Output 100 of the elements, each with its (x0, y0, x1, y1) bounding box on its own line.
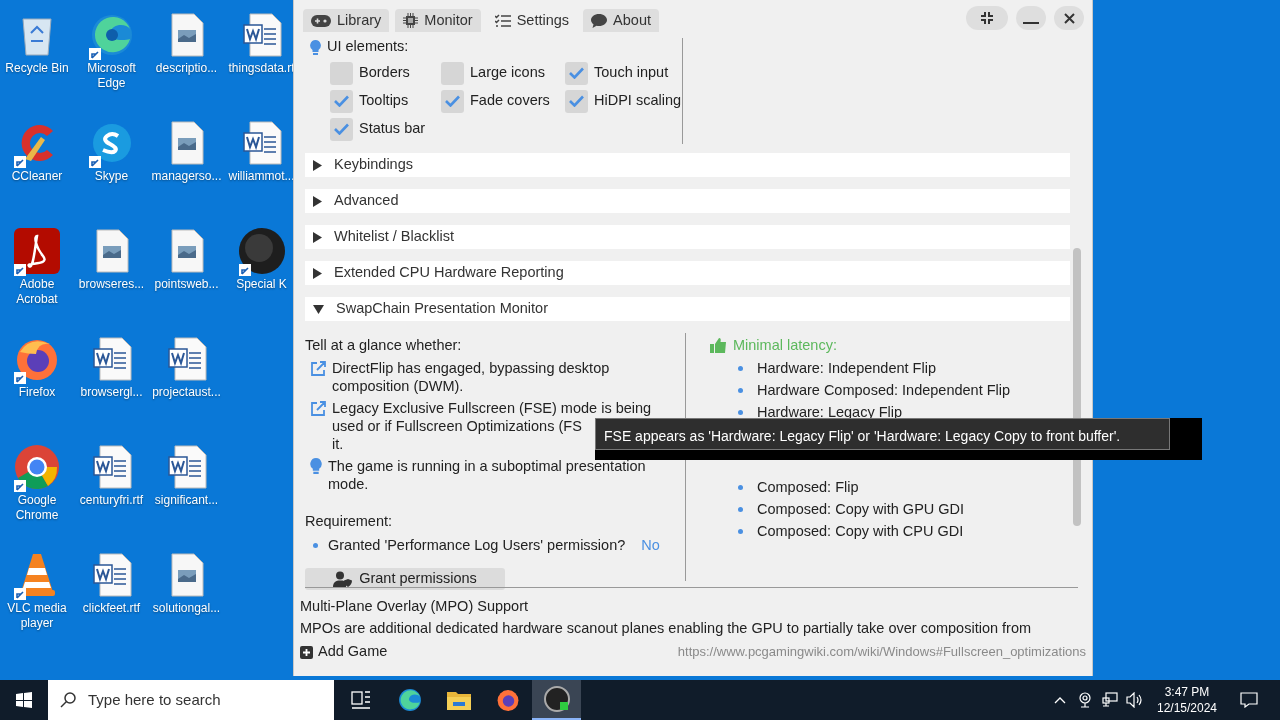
bullet-text: Legacy Exclusive Fullscreen (FSE) mode is being (332, 399, 652, 417)
desktop-icon-label[interactable]: browseres... (77, 277, 146, 292)
desktop-icon-label[interactable]: Google Chrome (1, 493, 73, 523)
checkmark-icon (445, 95, 460, 107)
requirement-label: Requirement: (305, 512, 394, 531)
desktop-icon-label[interactable]: significant... (153, 493, 220, 508)
desktop-icon-label[interactable]: CCleaner (10, 169, 64, 184)
checkbox[interactable] (330, 117, 353, 141)
checkbox[interactable] (441, 61, 464, 85)
bullet-icon (738, 409, 743, 415)
desktop-icon-label[interactable]: Firefox (17, 385, 57, 400)
word-document-icon (91, 445, 132, 489)
restore-button[interactable] (966, 6, 1008, 30)
checkbox[interactable] (441, 89, 464, 113)
checkbox-label: Touch input (594, 63, 669, 83)
add-game-button[interactable]: Add Game (300, 641, 388, 663)
desktop-icon-label[interactable]: descriptio... (154, 61, 219, 76)
search-field[interactable]: Type here to search (48, 680, 334, 720)
chip-icon (403, 13, 419, 28)
permission-question: Granted 'Performance Log Users' permission? (328, 536, 626, 555)
desktop-icon-label[interactable]: williammot... (227, 169, 296, 184)
collapsed-triangle-icon (313, 195, 322, 207)
clock-time[interactable]: 3:47 PM (1164, 684, 1210, 700)
user-shield-icon (333, 570, 354, 587)
bullet-text: mode. (328, 475, 369, 493)
section-header[interactable]: Keybindings (305, 153, 1070, 177)
desktop-icon-label[interactable]: managerso... (150, 169, 223, 184)
edge-icon (397, 688, 422, 712)
desktop-icon-label[interactable]: clickfeet.rtf (81, 601, 142, 616)
mode-item: Composed: Copy with GPU GDI (757, 500, 965, 518)
tooltip: FSE appears as 'Hardware: Legacy Flip' or 'Hardware: Legacy Copy to front buffer'. (595, 418, 1202, 460)
disc-icon (543, 686, 570, 712)
section-header[interactable]: Whitelist / Blacklist (305, 225, 1070, 249)
folder-icon (446, 690, 471, 710)
word-document-icon (166, 337, 207, 381)
bullet-text: The game is running in a suboptimal presentation (328, 457, 646, 475)
tab[interactable]: About (583, 9, 659, 32)
tab[interactable]: Monitor (395, 9, 481, 32)
desktop-icon-label[interactable]: centuryfri.rtf (78, 493, 145, 508)
clock-date[interactable]: 12/15/2024 (1156, 700, 1218, 716)
section-label: UI elements: (327, 37, 409, 57)
desktop-icon-label[interactable]: browsergl... (79, 385, 144, 400)
desktop-icon-label[interactable]: Special K (235, 277, 288, 292)
mode-item: Hardware Composed: Independent Flip (757, 381, 1011, 399)
desktop-icon-label[interactable]: solutiongal... (151, 601, 222, 616)
bullet-icon (738, 387, 743, 393)
image-file-icon (169, 553, 204, 597)
section-header[interactable]: SwapChain Presentation Monitor (305, 297, 1070, 321)
checkmark-icon (334, 123, 349, 135)
notification-icon[interactable] (1240, 692, 1258, 708)
tab[interactable]: Settings (486, 9, 578, 32)
section-header[interactable]: Extended CPU Hardware Reporting (305, 261, 1070, 285)
mode-item: Hardware: Independent Flip (757, 359, 936, 377)
checkbox[interactable] (565, 61, 588, 85)
word-document-icon (91, 553, 132, 597)
checkbox[interactable] (330, 89, 353, 113)
section-heading: Multi-Plane Overlay (MPO) Support (300, 597, 530, 616)
task-view-icon (350, 691, 371, 709)
shortcut-arrow-icon (14, 588, 26, 600)
checklist-icon (494, 13, 511, 28)
taskbar-app-button[interactable] (532, 680, 581, 720)
bullet-text: composition (DWM). (332, 377, 464, 395)
desktop-icon-label[interactable]: Microsoft Edge (75, 61, 148, 91)
checkmark-icon (334, 95, 349, 107)
search-icon (60, 692, 76, 708)
desktop-icon-label[interactable]: Recycle Bin (4, 61, 70, 76)
mode-item: Composed: Copy with CPU GDI (757, 522, 964, 540)
close-button[interactable] (1054, 6, 1084, 30)
checkbox[interactable] (565, 89, 588, 113)
desktop-icon-label[interactable]: Skype (93, 169, 130, 184)
section-header[interactable]: Advanced (305, 189, 1070, 213)
edge-icon (89, 13, 134, 57)
grant-permissions-button[interactable]: Grant permissions (305, 567, 505, 590)
desktop-icon-label[interactable]: VLC media player (1, 601, 73, 631)
tab[interactable]: Library (303, 9, 390, 32)
webcam-icon (1078, 692, 1092, 708)
lightbulb-icon (310, 458, 322, 474)
checkbox-label: Status bar (359, 119, 426, 139)
bullet-text: used or if Fullscreen Optimizations (FS (332, 417, 582, 435)
desktop-icon-label[interactable]: Adobe Acrobat (1, 277, 73, 307)
wiki-link[interactable]: https://www.pcgamingwiki.com/wiki/Windows#Fullscreen_optimizations (677, 642, 1086, 662)
firefox-icon (495, 688, 520, 712)
bullet-icon (738, 506, 743, 512)
collapsed-triangle-icon (313, 159, 322, 171)
speech-bubble-icon (591, 13, 608, 28)
shortcut-arrow-icon (14, 372, 26, 384)
external-link-icon (310, 361, 326, 377)
mode-item: Composed: Flip (757, 478, 859, 496)
checkbox[interactable] (330, 61, 353, 85)
checkbox-label: Fade covers (470, 91, 550, 111)
minimize-button[interactable] (1016, 6, 1046, 30)
checkmark-icon (569, 67, 584, 79)
desktop-icon-label[interactable]: thingsdata.rt (227, 61, 296, 76)
desktop-icon-label[interactable]: pointsweb... (153, 277, 220, 292)
checkbox-label: Tooltips (359, 91, 409, 111)
shortcut-arrow-icon (14, 264, 26, 276)
speaker-icon (1126, 692, 1144, 708)
shortcut-arrow-icon (14, 156, 26, 168)
bullet-icon (738, 528, 743, 534)
desktop-icon-label[interactable]: projectaust... (151, 385, 222, 400)
